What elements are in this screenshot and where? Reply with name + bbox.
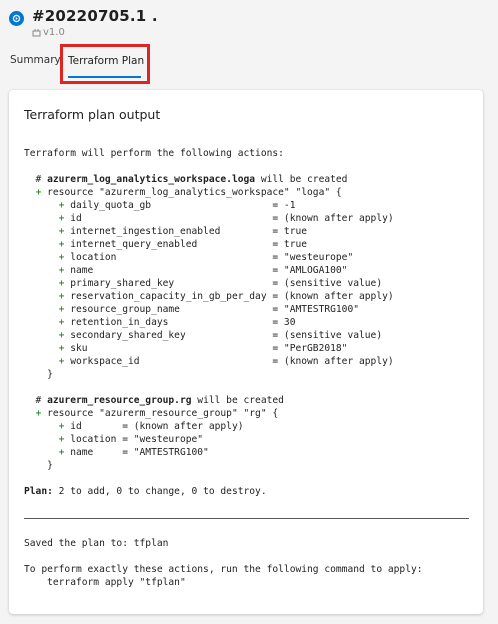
log-line: + id = (known after apply) [58,213,394,224]
tab-terraform-plan[interactable]: Terraform Plan [60,44,150,84]
log-line: # azurerm_resource_group.rg will be crea… [24,395,284,406]
log-line: + internet_query_enabled = true [58,239,308,250]
log-line: + resource "azurerm_log_analytics_worksp… [35,187,342,198]
run-title: #20220705.1 . [32,7,158,25]
terraform-plan-card: Terraform plan output Terraform will per… [9,90,483,614]
log-line: + id = (known after apply) [58,421,244,432]
run-header: #20220705.1 . v1.0 [0,0,498,44]
plan-summary: Plan: 2 to add, 0 to change, 0 to destro… [24,486,267,497]
plan-output-log: Terraform will perform the following act… [24,147,474,589]
log-line: + daily_quota_gb = -1 [58,200,296,211]
tab-summary[interactable]: Summary [10,54,61,66]
log-line: + reservation_capacity_in_gb_per_day = (… [58,291,394,302]
log-line: + secondary_shared_key = (sensitive valu… [58,330,383,341]
log-line: + primary_shared_key = (sensitive value) [58,278,383,289]
log-line: } [24,369,53,380]
log-line: + workspace_id = (known after apply) [58,356,394,367]
log-line: + internet_ingestion_enabled = true [58,226,308,237]
resource-address: azurerm_log_analytics_workspace.loga [47,174,256,185]
log-separator [24,511,474,524]
card-title: Terraform plan output [24,107,161,122]
log-line: + name = "AMTESTRG100" [58,447,209,458]
log-line: + location = "westeurope" [58,252,354,263]
selected-tab-indicator [68,76,141,78]
tab-bar: Summary Terraform Plan [0,44,498,86]
log-line: Terraform will perform the following act… [24,148,284,159]
log-line: + resource "azurerm_resource_group" "rg"… [35,408,279,419]
log-line: + location = "westeurope" [58,434,204,445]
log-line: To perform exactly these actions, run th… [24,564,423,575]
log-line: + retention_in_days = 30 [58,317,296,328]
log-line: # azurerm_log_analytics_workspace.loga w… [24,174,348,185]
pipeline-run-icon [9,11,24,26]
log-line: + resource_group_name = "AMTESTRG100" [58,304,360,315]
version-info: v1.0 [32,27,65,38]
log-line: + name = "AMLOGA100" [58,265,348,276]
version-label: v1.0 [43,27,65,38]
resource-address: azurerm_resource_group.rg [47,395,192,406]
log-line: + sku = "PerGB2018" [58,343,348,354]
log-line: terraform apply "tfplan" [24,577,186,588]
artifact-icon [32,28,41,37]
log-line: } [24,460,53,471]
tab-terraform-plan-label: Terraform Plan [68,55,145,67]
log-line: Saved the plan to: tfplan [24,538,169,549]
